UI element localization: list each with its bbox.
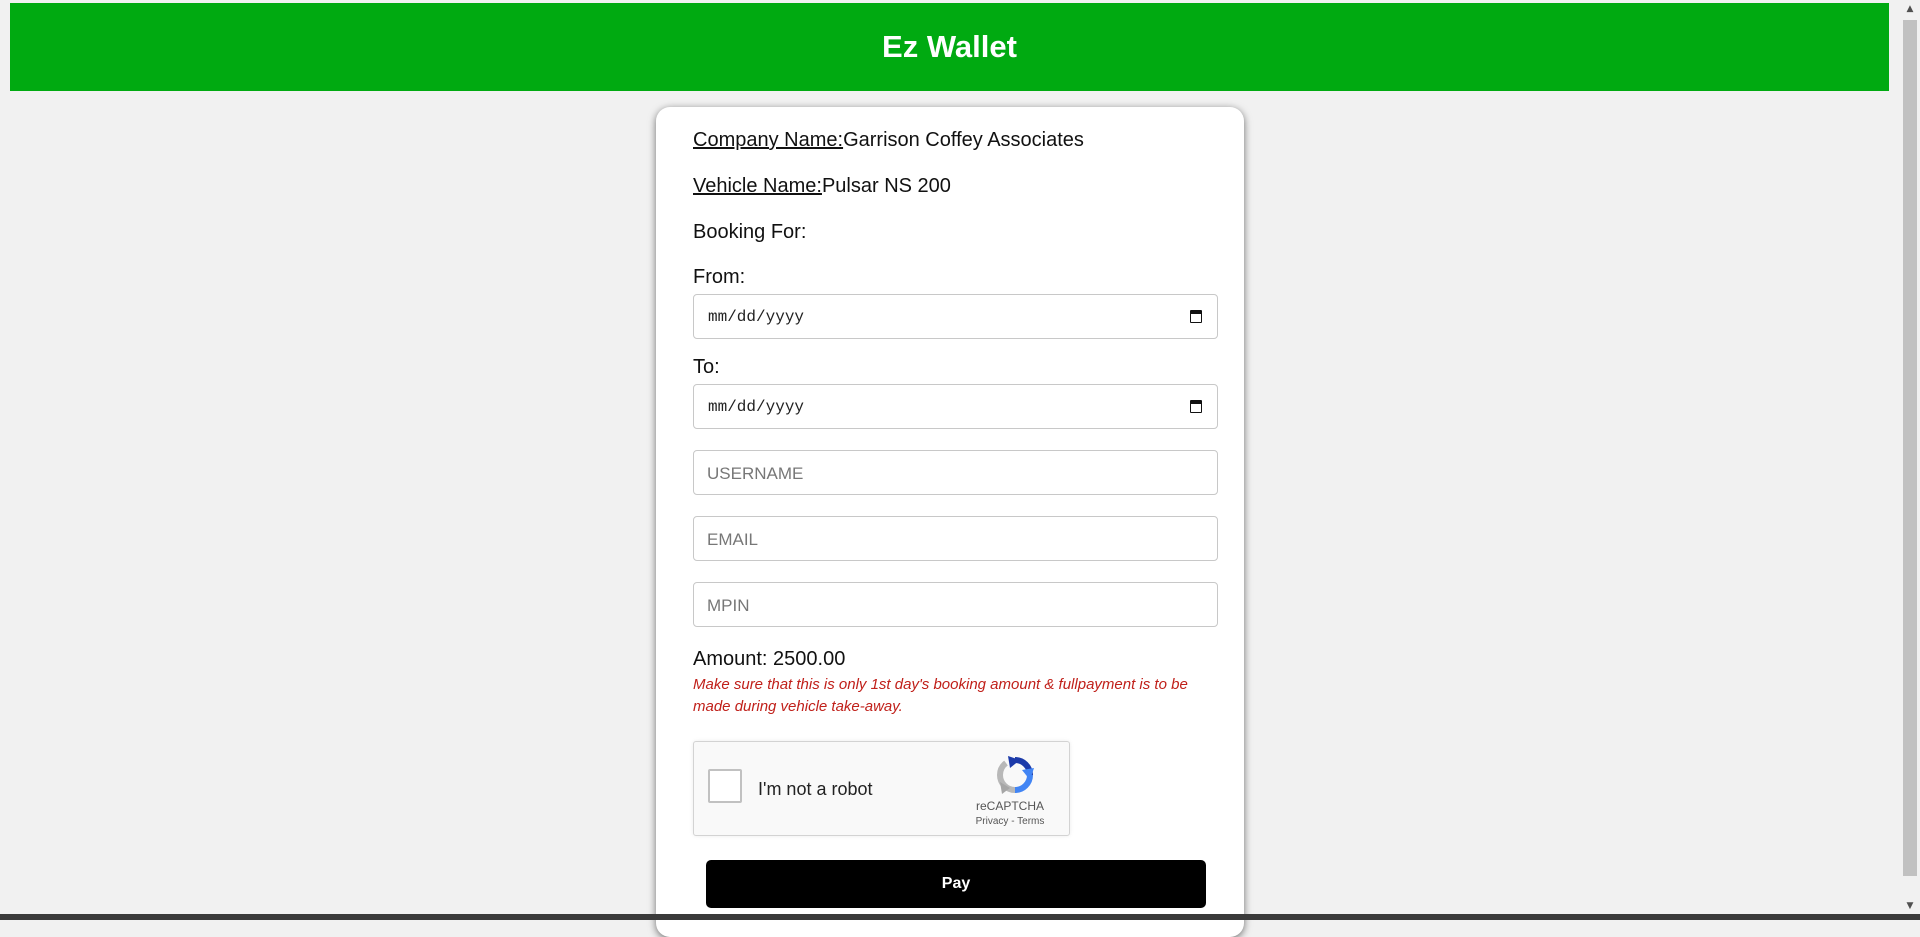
email-placeholder: EMAIL [707,530,759,549]
to-date-value: mm/dd/yyyy [708,398,805,416]
recaptcha-label: I'm not a robot [758,779,873,799]
to-label: To: [693,356,720,378]
company-name-label: Company Name: [693,129,844,151]
booking-for-label: Booking For: [693,221,807,243]
username-input[interactable]: USERNAME [693,450,1218,495]
recaptcha-privacy-link[interactable]: Privacy [976,816,1009,827]
vertical-scrollbar[interactable]: ▲ ▼ [1900,0,1920,915]
recaptcha-widget: I'm not a robot reCAPTCHA Privacy - Term… [693,741,1070,836]
pay-button[interactable]: Pay [706,860,1206,908]
from-label: From: [693,266,746,288]
calendar-icon[interactable] [1190,310,1202,323]
booking-note: Make sure that this is only 1st day's bo… [693,676,1188,715]
app-title: Ez Wallet [882,29,1017,64]
recaptcha-logo-icon [997,756,1034,794]
recaptcha-link-separator: - [1008,816,1018,827]
amount-value: 2500.00 [773,648,846,670]
recaptcha-terms-link[interactable]: Terms [1017,816,1044,827]
scrollbar-thumb[interactable] [1903,20,1917,876]
vehicle-name-row: Vehicle Name:Pulsar NS 200 [693,175,951,198]
company-name-value: Garrison Coffey Associates [843,129,1084,151]
from-date-value: mm/dd/yyyy [708,308,805,326]
scroll-down-arrow-icon[interactable]: ▼ [1900,897,1920,915]
horizontal-scrollbar[interactable] [0,914,1920,920]
recaptcha-brand: reCAPTCHA [975,799,1044,813]
from-date-input[interactable]: mm/dd/yyyy [693,294,1218,339]
email-input[interactable]: EMAIL [693,516,1218,561]
amount-label: Amount: [693,648,768,670]
vehicle-name-value: Pulsar NS 200 [821,175,951,197]
username-placeholder: USERNAME [707,464,804,483]
recaptcha-links: Privacy - Terms [954,816,1066,827]
mpin-input[interactable]: MPIN [693,582,1218,627]
app-header: Ez Wallet [10,3,1889,91]
mpin-placeholder: MPIN [707,596,750,615]
calendar-icon[interactable] [1190,400,1202,413]
to-date-input[interactable]: mm/dd/yyyy [693,384,1218,429]
vehicle-name-label: Vehicle Name: [693,175,822,197]
company-name-row: Company Name:Garrison Coffey Associates [693,129,1084,152]
scroll-up-arrow-icon[interactable]: ▲ [1900,0,1920,18]
booking-card: Company Name:Garrison Coffey Associates … [656,107,1244,937]
amount-row: Amount: 2500.00 [693,648,845,671]
recaptcha-checkbox[interactable] [708,769,742,803]
